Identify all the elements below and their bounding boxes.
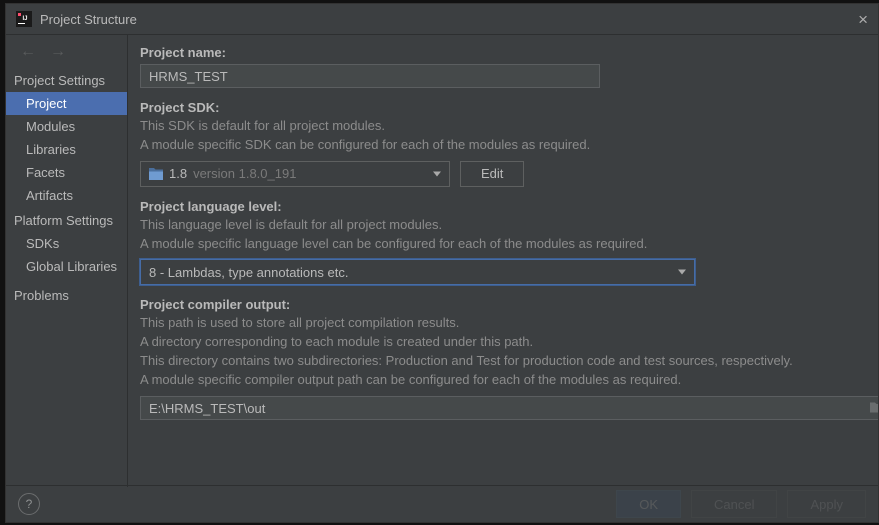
sdk-desc-1: This SDK is default for all project modu…: [140, 117, 860, 136]
lang-desc-2: A module specific language level can be …: [140, 235, 860, 254]
sidebar-item-global-libraries[interactable]: Global Libraries: [6, 255, 127, 278]
back-icon[interactable]: ←: [20, 43, 36, 61]
chevron-down-icon: [678, 270, 686, 275]
sidebar-group-project-settings: Project Settings: [6, 67, 127, 92]
sidebar-item-artifacts[interactable]: Artifacts: [6, 184, 127, 207]
cancel-button[interactable]: Cancel: [691, 490, 777, 518]
language-level-dropdown[interactable]: 8 - Lambdas, type annotations etc.: [140, 259, 695, 285]
project-name-label: Project name:: [140, 45, 860, 60]
compiler-output-label: Project compiler output:: [140, 297, 860, 312]
compiler-output-input[interactable]: E:\HRMS_TEST\out: [140, 396, 878, 420]
titlebar: IJ Project Structure ×: [6, 4, 878, 35]
sidebar-item-sdks[interactable]: SDKs: [6, 232, 127, 255]
project-structure-dialog: IJ Project Structure × ← → Project Setti…: [5, 3, 879, 523]
nav-history: ← →: [6, 39, 127, 67]
language-level-value: 8 - Lambdas, type annotations etc.: [149, 265, 348, 280]
lang-desc-1: This language level is default for all p…: [140, 216, 860, 235]
dialog-body: ← → Project Settings Project Modules Lib…: [6, 35, 878, 487]
content-pane: Project name: HRMS_TEST Project SDK: Thi…: [128, 35, 878, 487]
forward-icon[interactable]: →: [50, 43, 66, 61]
close-icon[interactable]: ×: [858, 11, 868, 28]
window-title: Project Structure: [40, 12, 137, 27]
ok-button[interactable]: OK: [616, 490, 681, 518]
sdk-value: 1.8: [169, 166, 187, 181]
project-sdk-label: Project SDK:: [140, 100, 860, 115]
sidebar-item-facets[interactable]: Facets: [6, 161, 127, 184]
sidebar-item-project[interactable]: Project: [6, 92, 127, 115]
project-name-input[interactable]: HRMS_TEST: [140, 64, 600, 88]
help-button[interactable]: ?: [18, 493, 40, 515]
sdk-desc-2: A module specific SDK can be configured …: [140, 136, 860, 155]
language-level-label: Project language level:: [140, 199, 860, 214]
out-desc-2: A directory corresponding to each module…: [140, 333, 860, 352]
out-desc-4: A module specific compiler output path c…: [140, 371, 860, 390]
sidebar: ← → Project Settings Project Modules Lib…: [6, 35, 128, 487]
project-sdk-dropdown[interactable]: 1.8 version 1.8.0_191: [140, 161, 450, 187]
app-icon: IJ: [16, 11, 32, 27]
folder-icon: [149, 168, 163, 180]
svg-text:IJ: IJ: [23, 16, 28, 22]
sidebar-item-libraries[interactable]: Libraries: [6, 138, 127, 161]
out-desc-3: This directory contains two subdirectori…: [140, 352, 860, 371]
edit-button[interactable]: Edit: [460, 161, 524, 187]
browse-icon[interactable]: [870, 400, 878, 415]
out-desc-1: This path is used to store all project c…: [140, 314, 860, 333]
sidebar-group-platform-settings: Platform Settings: [6, 207, 127, 232]
chevron-down-icon: [433, 171, 441, 176]
sidebar-item-modules[interactable]: Modules: [6, 115, 127, 138]
apply-button[interactable]: Apply: [787, 490, 866, 518]
sidebar-item-problems[interactable]: Problems: [6, 284, 127, 307]
dialog-footer: ? OK Cancel Apply: [6, 485, 878, 522]
sdk-version: version 1.8.0_191: [193, 166, 296, 181]
